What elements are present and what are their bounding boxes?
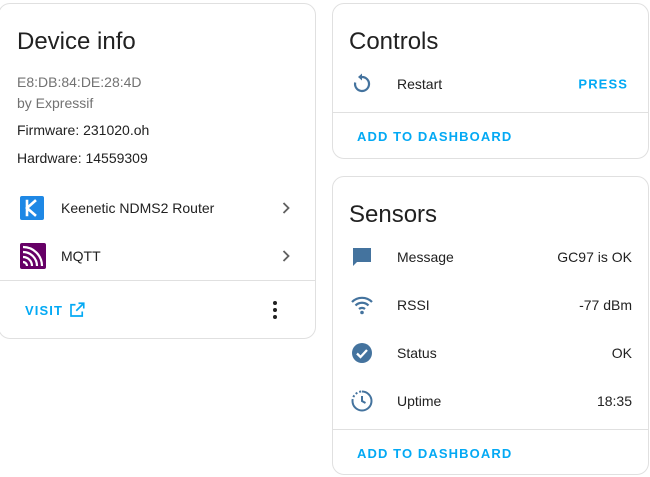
sensor-row-status[interactable]: Status OK xyxy=(333,331,648,375)
sensor-value: GC97 is OK xyxy=(557,249,632,265)
integration-label: Keenetic NDMS2 Router xyxy=(61,200,215,216)
visit-button[interactable]: VISIT xyxy=(17,298,97,322)
integration-link-keenetic[interactable]: Keenetic NDMS2 Router xyxy=(0,186,315,230)
chevron-right-icon xyxy=(282,202,290,214)
keenetic-logo-icon xyxy=(20,196,44,220)
controls-title: Controls xyxy=(349,28,439,55)
sensor-value: OK xyxy=(611,345,632,361)
sensors-title: Sensors xyxy=(349,201,438,228)
card-divider xyxy=(333,112,648,113)
sensor-row-uptime[interactable]: Uptime 18:35 xyxy=(333,379,648,423)
wifi-icon xyxy=(351,296,373,315)
sensor-value: 18:35 xyxy=(596,393,632,409)
more-options-button[interactable] xyxy=(263,298,287,322)
add-to-dashboard-button[interactable]: ADD TO DASHBOARD xyxy=(357,129,512,144)
card-divider xyxy=(0,280,315,281)
device-info-title: Device info xyxy=(17,28,136,55)
integration-label: MQTT xyxy=(61,248,101,264)
sensor-value: -77 dBm xyxy=(579,297,632,313)
sensor-row-rssi[interactable]: RSSI -77 dBm xyxy=(333,283,648,327)
chevron-right-icon xyxy=(282,250,290,262)
device-firmware: Firmware: 231020.oh xyxy=(17,122,150,138)
sensor-label: RSSI xyxy=(397,297,430,313)
sensor-row-message[interactable]: Message GC97 is OK xyxy=(333,235,648,279)
controls-card: Controls Restart PRESS ADD TO DASHBOARD xyxy=(332,3,649,159)
sensor-label: Message xyxy=(397,249,454,265)
card-divider xyxy=(333,429,648,430)
message-icon xyxy=(353,248,371,266)
sensor-label: Status xyxy=(397,345,437,361)
sensors-card: Sensors Message GC97 is OK RSSI -77 dBm … xyxy=(332,176,649,475)
open-in-new-icon xyxy=(70,302,85,317)
check-circle-icon xyxy=(352,343,372,363)
device-manufacturer: by Expressif xyxy=(17,95,94,111)
restart-icon xyxy=(353,73,371,93)
device-hardware: Hardware: 14559309 xyxy=(17,150,148,166)
mqtt-logo-icon xyxy=(20,243,46,269)
integration-link-mqtt[interactable]: MQTT xyxy=(0,234,315,278)
press-button[interactable]: PRESS xyxy=(578,77,628,92)
device-mac: E8:DB:84:DE:28:4D xyxy=(17,74,142,90)
visit-label: VISIT xyxy=(25,303,64,318)
clock-icon xyxy=(351,390,373,412)
control-row-restart: Restart PRESS xyxy=(333,62,648,106)
device-info-card: Device info E8:DB:84:DE:28:4D by Express… xyxy=(0,3,316,339)
sensor-label: Uptime xyxy=(397,393,442,409)
add-to-dashboard-button[interactable]: ADD TO DASHBOARD xyxy=(357,446,512,461)
control-label: Restart xyxy=(397,76,443,92)
more-vertical-icon xyxy=(273,301,277,319)
